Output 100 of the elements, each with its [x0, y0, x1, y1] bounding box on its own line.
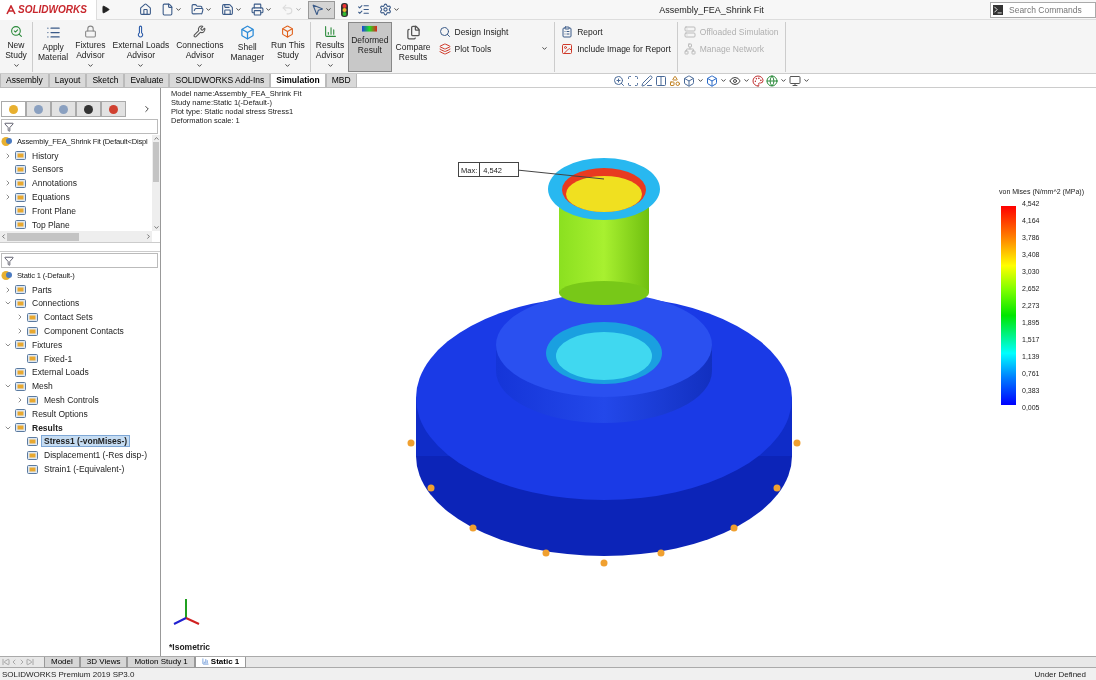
command-prompt-icon — [993, 4, 1003, 15]
document-tab[interactable]: Motion Study 1 — [127, 656, 195, 668]
ribbon-button[interactable]: Design Insight — [436, 24, 551, 39]
tree-node-icon — [15, 408, 26, 420]
ribbon-button[interactable]: Shell Manager — [227, 22, 267, 72]
tree-item[interactable]: Mesh Controls — [41, 394, 102, 407]
caret-icon — [719, 77, 727, 84]
scroll-left-icon[interactable] — [0, 233, 7, 240]
tree-item[interactable]: External Loads — [29, 366, 92, 379]
tree-node-icon — [15, 339, 26, 351]
tree-item[interactable]: Result Options — [29, 407, 91, 420]
chart-icon — [322, 25, 338, 38]
toolbar-button[interactable] — [308, 0, 335, 19]
tree-item[interactable]: Component Contacts — [41, 325, 127, 338]
caret-icon — [12, 62, 20, 69]
ribbon-button[interactable]: New Study — [2, 22, 30, 72]
cube-icon[interactable] — [705, 74, 718, 87]
zoom-area-icon[interactable] — [626, 74, 639, 87]
layers-icon — [438, 42, 451, 55]
ribbon-button[interactable]: Fixtures Advisor — [72, 22, 109, 72]
last-icon[interactable] — [26, 658, 34, 666]
tree-item[interactable]: Stress1 (-vonMises-) — [41, 435, 131, 448]
ribbon-button[interactable]: Results Advisor — [312, 22, 348, 72]
tree-item[interactable]: Fixtures — [29, 338, 66, 351]
caret-icon — [175, 6, 182, 13]
panel-tab-icon — [33, 103, 44, 115]
tree-node-icon — [27, 311, 38, 323]
scrollbar[interactable] — [0, 231, 152, 242]
document-tab[interactable]: Model — [44, 656, 80, 668]
ribbon-button[interactable]: Plot Tools — [436, 41, 551, 56]
cube-icon — [239, 25, 255, 40]
document-tab[interactable]: Static 1 — [194, 656, 247, 668]
tree-node-icon — [27, 394, 38, 406]
tree-item[interactable]: Parts — [29, 283, 55, 296]
filter-field[interactable] — [1, 119, 158, 134]
tree-node-icon — [15, 164, 26, 175]
search-input[interactable]: Search Commands — [1007, 3, 1087, 16]
globe-icon[interactable] — [765, 74, 778, 87]
scroll-right-icon[interactable] — [145, 233, 152, 240]
first-icon[interactable] — [2, 658, 10, 666]
next-icon[interactable] — [18, 658, 26, 666]
scroll-up-icon[interactable] — [152, 135, 160, 142]
panel-tab[interactable] — [76, 101, 101, 117]
caret-icon — [696, 77, 704, 84]
tree-item[interactable]: History — [29, 149, 62, 162]
tree-item[interactable]: Top Plane — [29, 218, 73, 231]
ribbon-button[interactable]: Apply Material — [35, 22, 72, 72]
tree-item[interactable]: Sensors — [29, 163, 67, 176]
panel-tab-icon — [8, 103, 19, 115]
ribbon-button[interactable]: Deformed Result — [348, 22, 392, 72]
eye-icon[interactable] — [728, 74, 741, 87]
tree-item[interactable]: Contact Sets — [41, 311, 96, 324]
toolbar-button[interactable] — [338, 0, 351, 19]
tree-item[interactable]: Strain1 (-Equivalent-) — [41, 463, 128, 476]
ribbon-button[interactable]: External Loads Advisor — [109, 22, 173, 72]
caret-icon — [265, 6, 272, 13]
cube-icon[interactable] — [682, 74, 695, 87]
scrollbar[interactable] — [152, 135, 160, 231]
caret-icon — [325, 6, 332, 13]
section-view-icon[interactable] — [654, 74, 667, 87]
cube-icon — [280, 25, 296, 38]
tree-node-icon — [27, 353, 38, 365]
tree-item[interactable]: Displacement1 (-Res disp-) — [41, 449, 150, 462]
tree-node-icon — [15, 298, 26, 309]
pencil-icon[interactable] — [640, 74, 653, 87]
monitor-icon[interactable] — [788, 74, 801, 87]
caret-icon — [295, 6, 302, 13]
chevron-right-icon[interactable] — [142, 104, 152, 114]
cursor-icon — [311, 3, 324, 16]
tree-node-icon — [15, 150, 26, 162]
tree-item[interactable]: Mesh — [29, 380, 56, 393]
shapes-icon[interactable] — [668, 74, 681, 87]
previous-icon[interactable] — [10, 658, 18, 666]
undo-icon — [281, 3, 294, 16]
tree-item[interactable]: Front Plane — [29, 204, 79, 217]
search-field[interactable]: Search Commands — [990, 1, 1096, 18]
zoom-icon[interactable] — [612, 74, 625, 87]
document-tab[interactable]: 3D Views — [79, 656, 128, 668]
tree-item[interactable]: Equations — [29, 191, 73, 204]
palette-icon[interactable] — [751, 74, 764, 87]
filter-field[interactable] — [1, 253, 158, 268]
tree-node-icon — [27, 463, 38, 475]
magnifier-icon — [438, 25, 451, 38]
tree-item[interactable]: Connections — [29, 297, 83, 310]
ribbon-button[interactable]: Report — [559, 24, 673, 39]
ribbon-button[interactable]: Include Image for Report — [559, 41, 673, 56]
assembly-icon — [1, 136, 13, 148]
caret-icon — [393, 6, 400, 13]
tree-item[interactable]: Fixed-1 — [41, 352, 76, 365]
ribbon-button[interactable]: Connections Advisor — [173, 22, 227, 72]
scroll-down-icon[interactable] — [152, 224, 160, 231]
panel-tab-icon — [83, 103, 94, 115]
tree-node-icon — [15, 422, 26, 434]
tree-item[interactable]: Results — [29, 421, 66, 434]
tree-item[interactable]: Annotations — [29, 177, 80, 190]
ribbon-button[interactable]: Compare Results — [392, 22, 434, 72]
panel-tab-icon — [58, 103, 69, 115]
ribbon-button[interactable]: Run This Study — [268, 22, 308, 72]
magnifier-icon — [8, 25, 24, 38]
expand-menu-icon[interactable] — [101, 5, 110, 14]
